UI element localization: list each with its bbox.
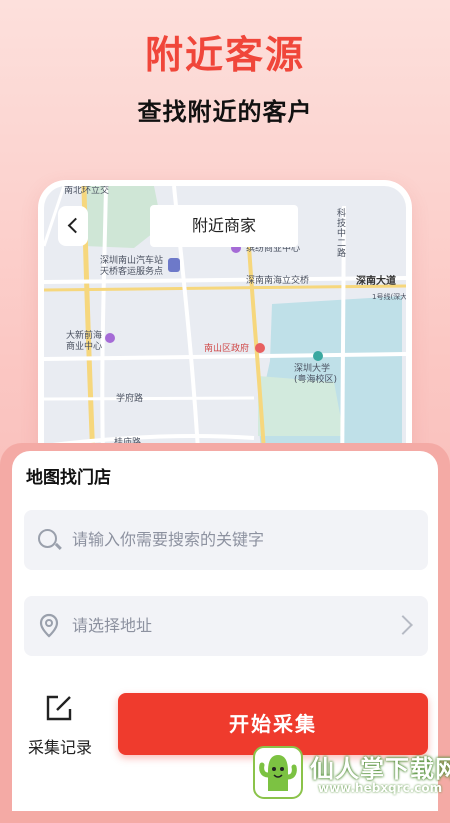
record-label: 采集记录 (27, 738, 92, 757)
cactus-logo-icon (253, 746, 303, 799)
map-title: 附近商家 (150, 205, 298, 247)
address-select[interactable]: 请选择地址 (24, 596, 428, 656)
map-label-gov: 南山区政府 (204, 344, 250, 354)
map-label-avenue: 深南大道 (356, 276, 396, 287)
chevron-right-icon (393, 615, 413, 635)
search-icon (38, 529, 57, 548)
map-label-univ-2: (粤海校区) (294, 375, 338, 385)
map-label-bus-station-2: 天桥客运服务点 (100, 267, 164, 277)
search-placeholder: 请输入你需要搜索的关键字 (72, 530, 265, 549)
edit-icon (46, 695, 72, 721)
map-label-xuefu: 学府路 (116, 394, 144, 404)
search-input[interactable]: 请输入你需要搜索的关键字 (24, 510, 428, 570)
sheet-title: 地图找门店 (26, 468, 111, 488)
watermark: 仙人掌下载网 www.hebxqrc.com (250, 745, 450, 800)
address-placeholder: 请选择地址 (72, 616, 153, 635)
map-label-univ-1: 深圳大学 (294, 364, 331, 374)
promo-subline: 查找附近的客户 (137, 98, 313, 126)
record-button[interactable]: 采集记录 (20, 689, 100, 759)
map-label-interchange: 深南南海立交桥 (246, 276, 310, 286)
watermark-url: www.hebxqrc.com (318, 781, 443, 795)
map-label-station: 1号线(深大) (372, 293, 406, 301)
promo-headline: 附近客源 (144, 33, 305, 77)
map-label-plaza-2: 商业中心 (66, 342, 103, 352)
map-label-tech-road: 科技中二路 (335, 208, 345, 258)
location-pin-icon (39, 613, 59, 638)
map-view[interactable]: 南北环立交 缤纷商业中心 深圳南山汽车站 天桥客运服务点 深南南海立交桥 深南大… (44, 186, 406, 486)
back-button[interactable] (58, 206, 88, 246)
map-label-plaza-1: 大新前海 (66, 331, 103, 341)
map-label-bus-station-1: 深圳南山汽车站 (100, 256, 164, 266)
map-label-top-road: 南北环立交 (64, 186, 110, 196)
watermark-name: 仙人掌下载网 (310, 755, 450, 783)
